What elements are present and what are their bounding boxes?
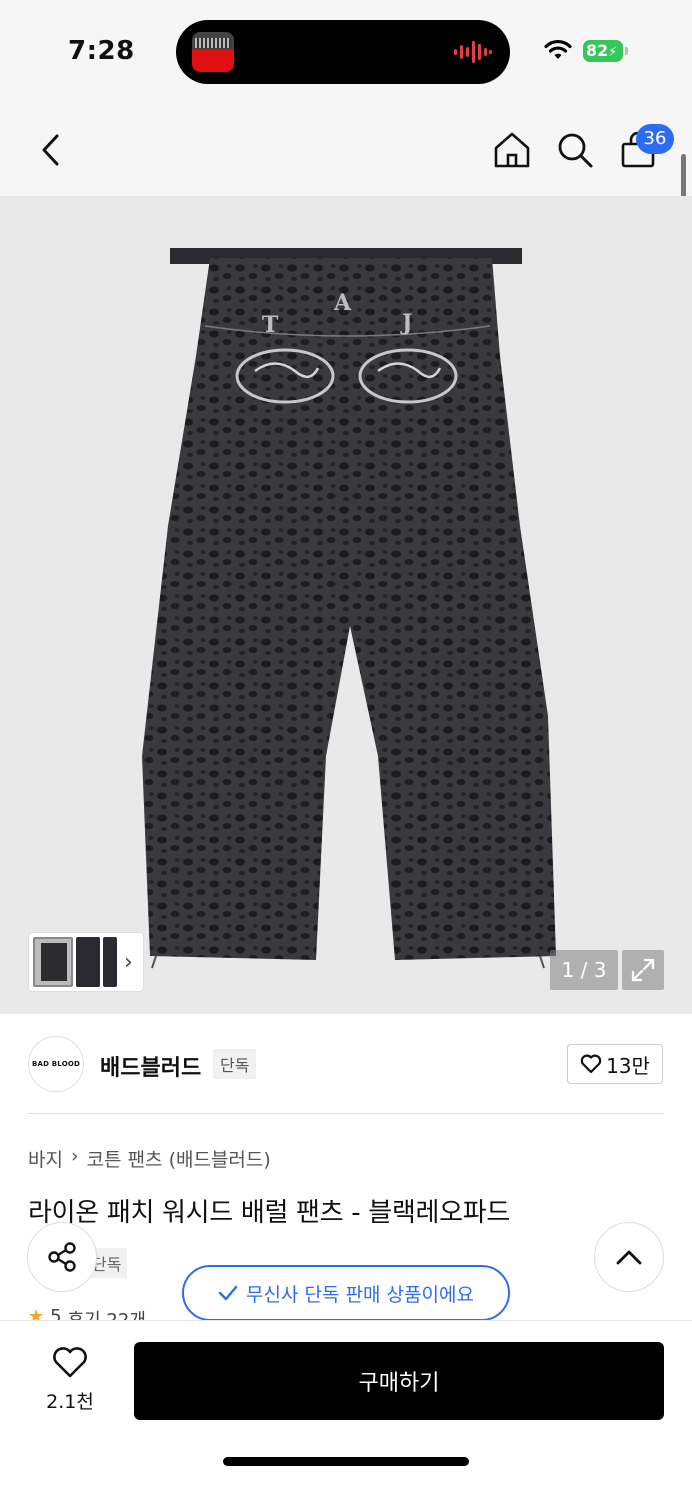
- breadcrumb: 바지 › 코튼 팬츠 (배드블러드): [28, 1145, 271, 1172]
- share-icon: [48, 1242, 76, 1272]
- share-button[interactable]: [27, 1222, 97, 1292]
- wifi-icon: [544, 39, 572, 59]
- status-time: 7:28: [68, 36, 135, 66]
- battery-tip: [625, 47, 628, 55]
- chevron-right-icon[interactable]: ›: [124, 950, 133, 975]
- dynamic-island[interactable]: [176, 20, 510, 84]
- charging-bolt-icon: ⚡: [608, 45, 618, 60]
- svg-text:J: J: [400, 310, 412, 336]
- chevron-left-icon: [42, 134, 59, 166]
- brand-exclusive-tag: 단독: [213, 1049, 257, 1079]
- rating-row[interactable]: ★ 5 후기 22개: [28, 1306, 146, 1320]
- heart-icon: [580, 1054, 602, 1074]
- image-thumbnail-strip[interactable]: ›: [28, 932, 144, 992]
- brand-logo-text: BAD BLOOD: [31, 1060, 81, 1068]
- chevron-up-icon: [616, 1250, 642, 1265]
- thumbnail-image[interactable]: [103, 937, 117, 987]
- exclusive-toast: 무신사 단독 판매 상품이에요: [182, 1265, 510, 1321]
- image-counter: 1 / 3: [550, 950, 618, 990]
- review-count: 후기 22개: [68, 1306, 146, 1320]
- brand-name[interactable]: 배드블러드: [100, 1050, 201, 1082]
- svg-text:T: T: [262, 312, 279, 338]
- brand-logo[interactable]: BAD BLOOD: [28, 1036, 84, 1092]
- battery-indicator: 82⚡: [583, 40, 623, 62]
- svg-text:A: A: [333, 290, 352, 316]
- back-button[interactable]: [26, 126, 74, 174]
- breadcrumb-subcategory[interactable]: 코튼 팬츠 (배드블러드): [87, 1145, 271, 1172]
- breadcrumb-category[interactable]: 바지: [28, 1145, 63, 1172]
- scroll-top-button[interactable]: [594, 1222, 664, 1292]
- buy-button[interactable]: 구매하기: [134, 1342, 664, 1420]
- brand-like-button[interactable]: 13만: [567, 1044, 663, 1084]
- now-playing-artwork: [192, 32, 234, 72]
- heart-icon: [53, 1347, 87, 1378]
- expand-icon: [631, 958, 655, 982]
- home-icon: [494, 132, 530, 168]
- fullscreen-button[interactable]: [622, 950, 664, 990]
- check-icon: [218, 1285, 238, 1301]
- status-bar: 7:28 82⚡: [0, 0, 692, 104]
- thumbnail-image[interactable]: [76, 937, 100, 987]
- star-icon: ★: [28, 1306, 45, 1320]
- thumbnail-image[interactable]: [33, 937, 73, 987]
- divider: [28, 1113, 664, 1114]
- toast-text: 무신사 단독 판매 상품이에요: [246, 1283, 474, 1306]
- rating-value: 5: [50, 1306, 62, 1320]
- product-photo: T A J: [142, 248, 556, 969]
- home-indicator[interactable]: [223, 1457, 469, 1466]
- wishlist-count: 2.1천: [46, 1391, 94, 1413]
- wishlist-button[interactable]: 2.1천: [38, 1347, 102, 1414]
- bottom-purchase-bar: 2.1천 구매하기: [0, 1320, 692, 1500]
- brand-like-count: 13만: [606, 1053, 650, 1078]
- home-button[interactable]: [488, 126, 536, 174]
- search-icon: [558, 133, 593, 168]
- product-title: 라이온 패치 워시드 배럴 팬츠 - 블랙레오파드: [28, 1198, 511, 1228]
- audio-waveform-icon: [454, 41, 492, 63]
- search-button[interactable]: [551, 126, 599, 174]
- battery-level: 82: [586, 41, 609, 60]
- brand-row: BAD BLOOD 배드블러드 단독 13만: [0, 1014, 692, 1114]
- product-image-gallery[interactable]: T A J › 1 / 3: [0, 196, 692, 1014]
- chevron-right-icon: ›: [70, 1145, 79, 1167]
- top-navigation: [0, 104, 692, 196]
- cart-count-badge: 36: [636, 124, 674, 154]
